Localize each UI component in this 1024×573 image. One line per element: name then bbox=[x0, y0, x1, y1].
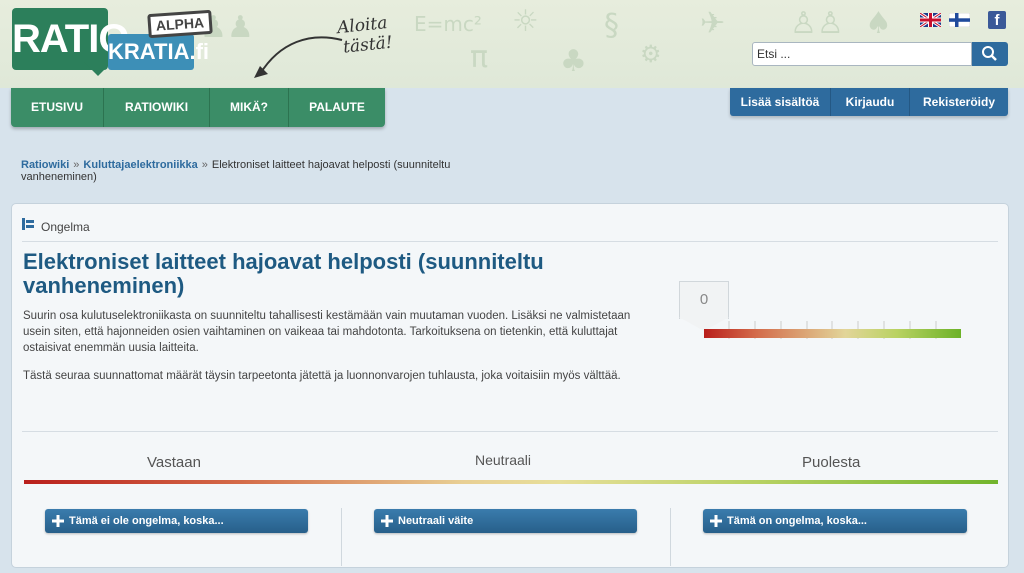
plus-icon bbox=[52, 515, 64, 527]
score-meter bbox=[704, 329, 961, 338]
breadcrumb: Ratiowiki» Kuluttajaelektroniikka» Elektro… bbox=[21, 159, 481, 183]
nav-etusivu[interactable]: ETUSIVU bbox=[11, 88, 104, 127]
decor-people-icon: ♙♙ bbox=[790, 6, 844, 41]
user-navigation: Lisää sisältöä Kirjaudu Rekisteröidy bbox=[730, 88, 1008, 116]
description-paragraph: Suurin osa kulutuselektroniikasta on suu… bbox=[23, 310, 631, 354]
score-value: 0 bbox=[679, 281, 729, 319]
column-heading-for: Puolesta bbox=[802, 454, 861, 471]
add-neutral-argument-button[interactable]: Neutraali väite bbox=[374, 509, 637, 533]
start-here-arrow-icon bbox=[254, 36, 343, 78]
breadcrumb-ratiowiki[interactable]: Ratiowiki bbox=[21, 159, 69, 171]
decor-pi-icon: π bbox=[470, 40, 489, 75]
site-header: ♟♟ E=mc² π ☼ § ⚙ ♣ ✈ ♙♙ ♠ RATIO KRATIA.f… bbox=[0, 0, 1024, 88]
issue-type-row: Ongelma bbox=[22, 218, 998, 242]
decor-sun-icon: ☼ bbox=[512, 4, 539, 39]
decor-drop-icon: ♠ bbox=[865, 6, 892, 41]
register-button[interactable]: Rekisteröidy bbox=[910, 88, 1008, 116]
search-icon bbox=[982, 46, 997, 61]
issue-type-icon bbox=[22, 218, 34, 230]
decor-formula-text: E=mc² bbox=[414, 12, 482, 36]
add-for-label: Tämä on ongelma, koska... bbox=[727, 515, 867, 527]
decor-bird-icon: ✈ bbox=[700, 6, 726, 41]
nav-mika[interactable]: MIKÄ? bbox=[210, 88, 289, 127]
ratiokratia-logo[interactable]: RATIO bbox=[12, 8, 129, 70]
add-neutral-label: Neutraali väite bbox=[398, 515, 474, 527]
alpha-text: ALPHA bbox=[155, 14, 205, 34]
start-here-label: Aloita tästä! bbox=[336, 10, 420, 58]
add-for-argument-button[interactable]: Tämä on ongelma, koska... bbox=[703, 509, 967, 533]
plus-icon bbox=[381, 515, 393, 527]
column-separator bbox=[341, 508, 342, 566]
login-button[interactable]: Kirjaudu bbox=[831, 88, 910, 116]
description-paragraph: Tästä seuraa suunnattomat määrät täysin … bbox=[23, 370, 621, 382]
plus-icon bbox=[710, 515, 722, 527]
breadcrumb-separator: » bbox=[73, 159, 80, 171]
card-divider bbox=[22, 431, 998, 432]
facebook-letter: f bbox=[994, 12, 1000, 29]
column-heading-against: Vastaan bbox=[147, 454, 201, 471]
column-separator bbox=[670, 508, 671, 566]
alpha-badge: ALPHA bbox=[147, 9, 213, 39]
add-against-argument-button[interactable]: Tämä ei ole ongelma, koska... bbox=[45, 509, 308, 533]
stance-gradient-bar bbox=[24, 480, 998, 484]
main-navigation: ETUSIVU RATIOWIKI MIKÄ? PALAUTE bbox=[11, 88, 385, 127]
issue-card: Ongelma Elektroniset laitteet hajoavat h… bbox=[11, 203, 1009, 568]
add-content-button[interactable]: Lisää sisältöä bbox=[730, 88, 831, 116]
uk-flag-icon[interactable] bbox=[920, 13, 941, 27]
decor-section-icon: § bbox=[604, 8, 619, 43]
issue-type-label: Ongelma bbox=[41, 220, 90, 234]
decor-gear-icon: ⚙ bbox=[640, 40, 662, 68]
search-button[interactable] bbox=[972, 42, 1008, 66]
issue-title: Elektroniset laitteet hajoavat helposti … bbox=[23, 249, 544, 298]
column-heading-neutral: Neutraali bbox=[475, 452, 532, 468]
breadcrumb-kuluttajaelektroniikka[interactable]: Kuluttajaelektroniikka bbox=[83, 159, 197, 171]
logo-kratia-text: KRATIA.fi bbox=[108, 39, 210, 64]
add-against-label: Tämä ei ole ongelma, koska... bbox=[69, 515, 224, 527]
logo-kratia[interactable]: KRATIA.fi bbox=[108, 34, 209, 70]
facebook-icon[interactable]: f bbox=[988, 11, 1006, 29]
issue-description: Suurin osa kulutuselektroniikasta on suu… bbox=[23, 308, 653, 396]
breadcrumb-separator: » bbox=[201, 159, 208, 171]
decor-tree-icon: ♣ bbox=[560, 44, 587, 79]
nav-ratiowiki[interactable]: RATIOWIKI bbox=[104, 88, 210, 127]
finland-flag-icon[interactable] bbox=[949, 13, 970, 27]
nav-palaute[interactable]: PALAUTE bbox=[289, 88, 385, 127]
search-input[interactable] bbox=[752, 42, 972, 66]
